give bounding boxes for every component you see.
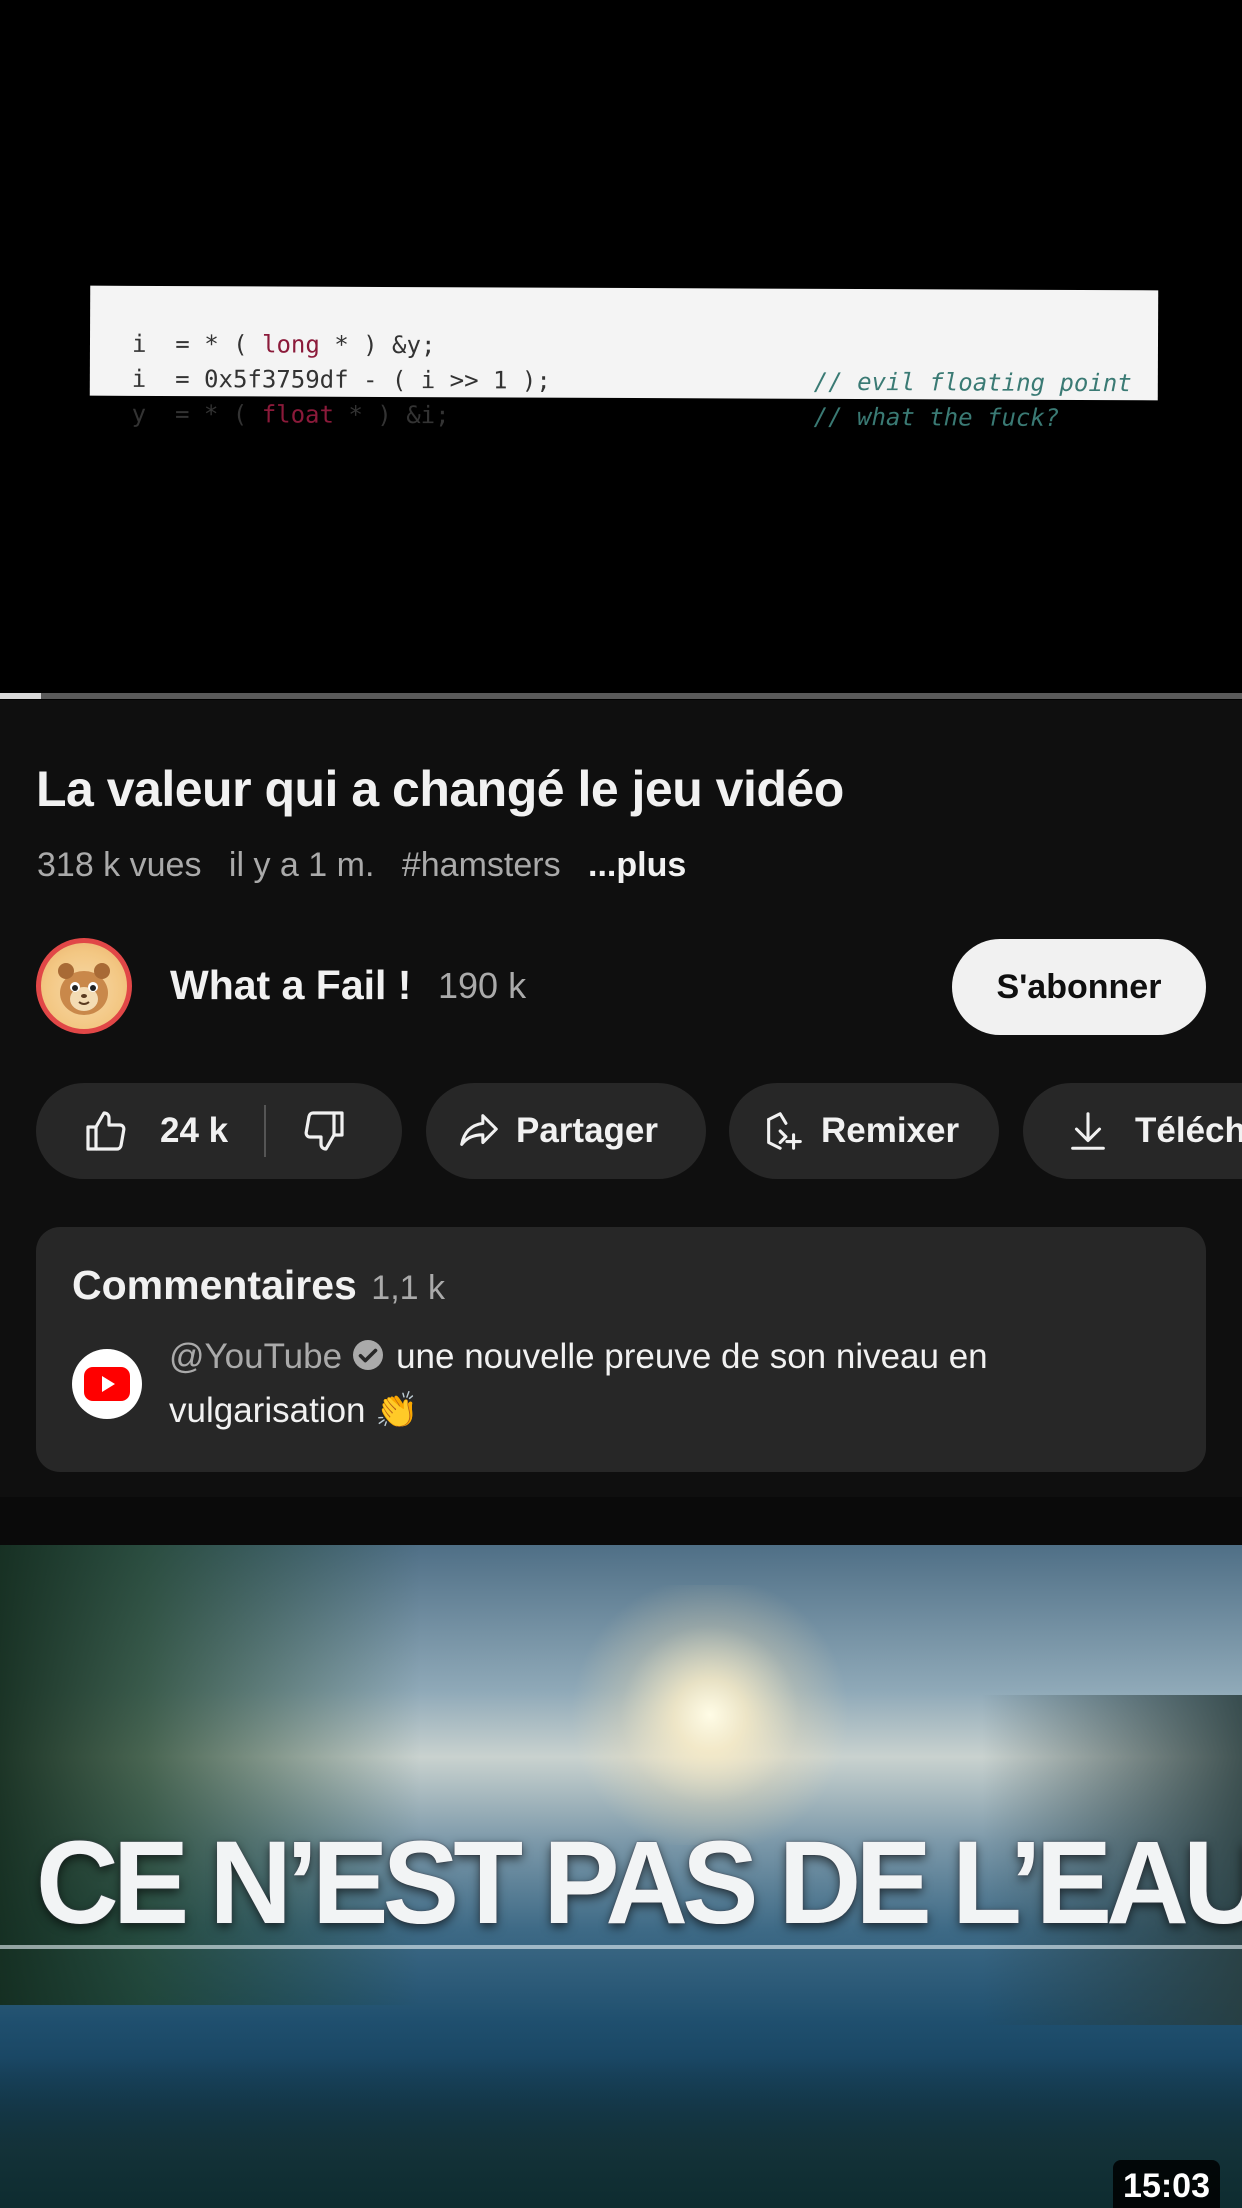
thumbs-up-icon xyxy=(86,1111,126,1151)
section-divider xyxy=(0,1497,1242,1545)
code-snippet-frame: i = * ( long * ) &y; // evil floating po… xyxy=(89,285,1159,432)
hashtag-link[interactable]: #hamsters xyxy=(402,846,561,884)
upload-age: il y a 1 m. xyxy=(228,846,375,884)
code-line: y = * ( float * ) &i; xyxy=(131,399,450,430)
download-button[interactable]: Téléch xyxy=(1023,1083,1242,1179)
top-comment: @YouTube une nouvelle preuve de son nivea… xyxy=(169,1330,1169,1438)
code-comment: // what the fuck? xyxy=(813,402,1060,432)
video-progress-bar[interactable] xyxy=(0,693,1242,699)
comments-count: 1,1 k xyxy=(371,1269,445,1307)
channel-row: What a Fail ! 190 k S'abonner xyxy=(36,938,1206,1036)
description-more-button[interactable]: ...plus xyxy=(588,846,686,884)
like-count: 24 k xyxy=(160,1111,229,1150)
seabed xyxy=(0,2058,1242,2208)
comments-title: Commentaires xyxy=(72,1262,357,1308)
video-title: La valeur qui a changé le jeu vidéo xyxy=(36,761,844,817)
thumbnail-title: CE N’EST PAS DE L’EAU xyxy=(36,1817,1242,1949)
share-icon xyxy=(460,1114,498,1146)
like-button[interactable]: 24 k xyxy=(36,1083,228,1179)
youtube-logo-icon xyxy=(84,1367,130,1401)
video-player[interactable]: i = * ( long * ) &y; // evil floating po… xyxy=(0,0,1242,700)
remix-icon xyxy=(767,1112,802,1150)
channel-name[interactable]: What a Fail ! xyxy=(170,962,411,1009)
next-video-thumbnail[interactable]: CE N’EST PAS DE L’EAU 15:03 xyxy=(0,1545,1242,2208)
subscriber-count: 190 k xyxy=(438,965,527,1006)
download-icon xyxy=(1071,1112,1105,1150)
video-meta[interactable]: 318 k vues il y a 1 m. #hamsters ...plus xyxy=(37,846,704,885)
comment-author-avatar xyxy=(72,1349,142,1419)
share-button[interactable]: Partager xyxy=(426,1083,706,1179)
thumbs-down-icon xyxy=(304,1111,344,1151)
remix-button[interactable]: Remixer xyxy=(729,1083,999,1179)
comment-author: @YouTube xyxy=(169,1337,343,1376)
verified-badge-icon xyxy=(353,1340,384,1370)
code-line: i = 0x5f3759df - ( i >> 1 ); // what the… xyxy=(90,327,1158,432)
video-progress-fill xyxy=(0,693,41,699)
remix-label: Remixer xyxy=(821,1111,960,1150)
comments-header: Commentaires 1,1 k xyxy=(72,1262,445,1309)
comments-card[interactable]: Commentaires 1,1 k @YouTube une nouvelle … xyxy=(36,1227,1206,1472)
dislike-button[interactable] xyxy=(266,1083,348,1179)
subscribe-button[interactable]: S'abonner xyxy=(952,939,1206,1035)
channel-avatar[interactable] xyxy=(36,938,132,1034)
view-count: 318 k vues xyxy=(37,846,202,884)
hamster-icon xyxy=(58,963,110,1015)
like-dislike-pill: 24 k xyxy=(36,1083,402,1179)
action-bar: 24 k Partager Remixer Téléch xyxy=(36,1083,1242,1179)
sun-glow xyxy=(560,1585,860,1845)
download-label: Téléch xyxy=(1135,1111,1242,1150)
code-line: i = * ( long * ) &y; // evil floating po… xyxy=(90,292,1158,397)
share-label: Partager xyxy=(516,1111,659,1150)
video-duration-badge: 15:03 xyxy=(1113,2160,1220,2208)
